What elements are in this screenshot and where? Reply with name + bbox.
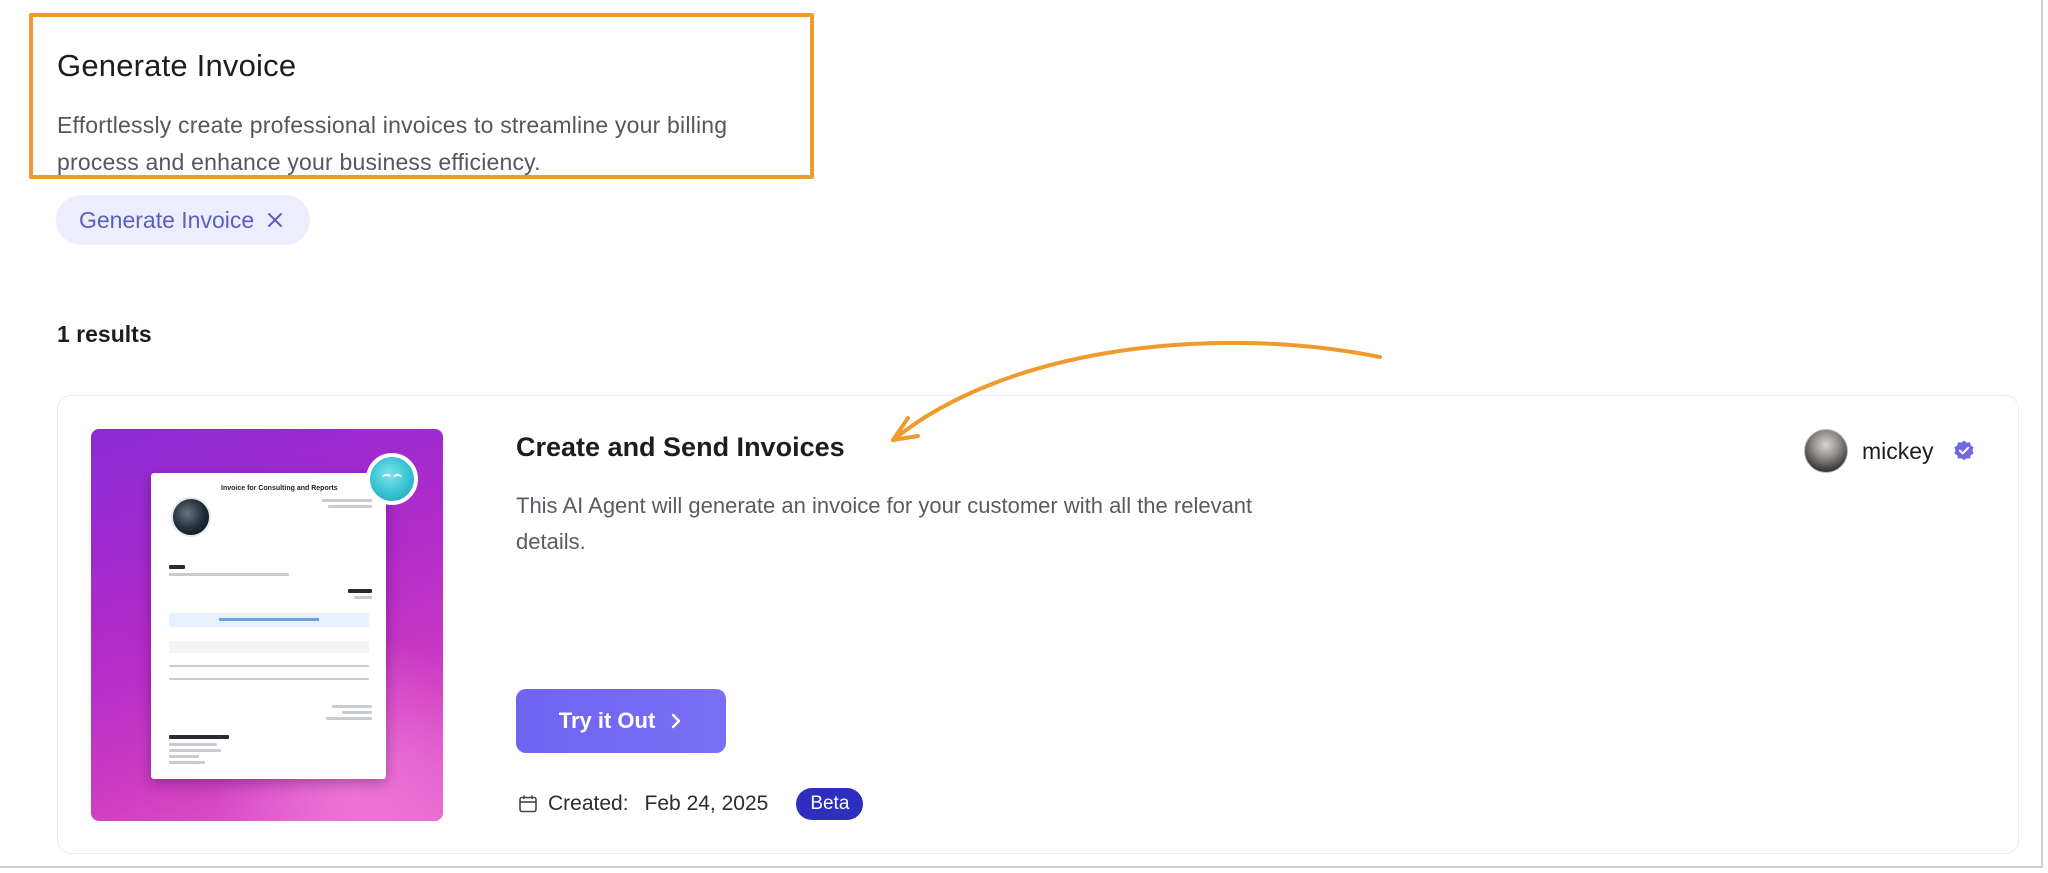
invoice-line (169, 761, 205, 764)
try-it-out-button[interactable]: Try it Out (516, 689, 726, 753)
invoice-line (169, 749, 221, 752)
filter-chip-label: Generate Invoice (79, 206, 255, 233)
page-title: Generate Invoice (57, 48, 297, 83)
created-label: Created: (548, 792, 629, 815)
invoice-line (169, 755, 199, 758)
verified-icon (1952, 439, 1976, 463)
invoice-line (332, 705, 372, 708)
invoice-line (169, 678, 369, 680)
author-avatar (1804, 429, 1848, 473)
invoice-line (169, 565, 185, 569)
beta-badge: Beta (796, 788, 864, 820)
page-description: Effortlessly create professional invoice… (57, 112, 728, 175)
close-icon[interactable] (266, 211, 284, 229)
calendar-icon (518, 794, 538, 814)
invoice-preview: Invoice for Consulting and Reports (151, 473, 386, 779)
invoice-line (348, 589, 372, 593)
invoice-line (169, 743, 217, 746)
created-date: Feb 24, 2025 (644, 792, 769, 815)
invoice-logo (171, 497, 211, 537)
card-description: This AI Agent will generate an invoice f… (516, 493, 1253, 554)
invoice-line (169, 735, 229, 739)
invoice-line (169, 665, 369, 667)
author-info[interactable]: mickey (1804, 429, 1976, 473)
invoice-line (169, 573, 289, 576)
author-name: mickey (1862, 437, 1934, 464)
chevron-right-icon (669, 712, 683, 730)
invoice-due-banner (169, 613, 369, 627)
invoice-preview-title: Invoice for Consulting and Reports (221, 485, 338, 492)
card-title[interactable]: Create and Send Invoices (516, 432, 845, 463)
agent-avatar-badge (366, 453, 418, 505)
invoice-line (322, 499, 372, 502)
invoice-line (326, 717, 372, 720)
filter-chip-generate-invoice[interactable]: Generate Invoice (56, 195, 311, 245)
invoice-table-header (169, 641, 369, 653)
results-count: 1 results (57, 321, 152, 347)
try-it-out-label: Try it Out (558, 708, 656, 733)
created-info: Created: Feb 24, 2025 Beta (518, 788, 864, 820)
invoice-line (328, 505, 372, 508)
invoice-line (354, 596, 372, 599)
invoice-line (342, 711, 372, 714)
